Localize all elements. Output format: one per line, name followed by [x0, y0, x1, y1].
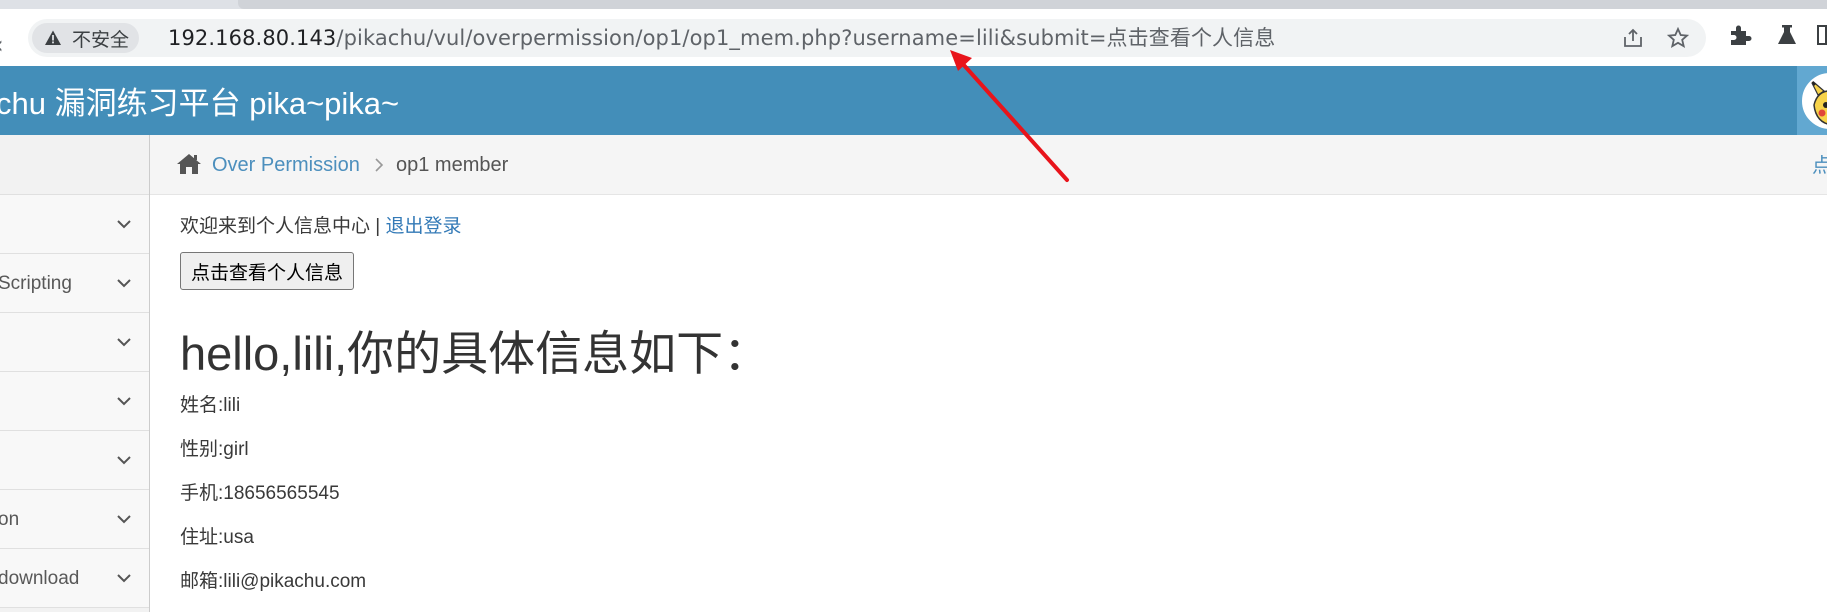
breadcrumb-link-over-permission[interactable]: Over Permission — [212, 135, 360, 195]
info-name: 姓名:lili — [180, 395, 241, 416]
sidebar-item-download[interactable]: download — [0, 549, 149, 608]
chevron-down-icon — [114, 214, 134, 234]
chevron-down-icon — [114, 391, 134, 411]
info-email: 邮箱:lili@pikachu.com — [180, 571, 367, 592]
sidebar-item-label: download — [0, 568, 80, 589]
app-header: chu 漏洞练习平台 pika~pika~ — [0, 66, 1827, 135]
breadcrumb: Over Permission op1 member 点 — [150, 135, 1827, 195]
avatar[interactable] — [1802, 73, 1827, 129]
sidebar-item-label: on — [0, 509, 20, 530]
chevron-right-icon — [372, 156, 386, 174]
sidebar-panel-icon[interactable] — [1817, 22, 1827, 48]
welcome-line: 欢迎来到个人信息中心 | 退出登录 — [180, 211, 462, 238]
browser-toolbar: ‹ 不安全 192.168.80.143/pikachu/vul/overper… — [0, 9, 1827, 66]
url-path: /pikachu/vul/overpermission/op1/op1_mem.… — [336, 26, 1276, 50]
sidebar-item-xss[interactable]: Scripting — [0, 254, 149, 313]
sidebar-top-item[interactable] — [0, 135, 149, 195]
user-menu[interactable] — [1797, 66, 1827, 135]
logout-link[interactable]: 退出登录 — [386, 216, 462, 237]
chevron-down-icon — [114, 332, 134, 352]
info-gender: 性别:girl — [180, 439, 249, 460]
url-text[interactable]: 192.168.80.143/pikachu/vul/overpermissio… — [168, 19, 1275, 57]
sidebar-item-0[interactable] — [0, 195, 149, 254]
sidebar-item-5[interactable]: on — [0, 490, 149, 549]
pikachu-avatar-icon — [1804, 75, 1827, 127]
page-title: hello,lili,你的具体信息如下： — [180, 327, 771, 380]
sidebar-item-4[interactable] — [0, 431, 149, 490]
labs-flask-icon[interactable] — [1774, 22, 1800, 48]
info-address: 住址:usa — [180, 527, 254, 548]
star-icon[interactable] — [1667, 27, 1689, 49]
sidebar: Scripting on download — [0, 135, 150, 612]
welcome-text: 欢迎来到个人信息中心 | — [180, 216, 386, 237]
sidebar-item-2[interactable] — [0, 313, 149, 372]
home-icon[interactable] — [176, 152, 202, 176]
warning-icon — [44, 29, 62, 47]
reload-icon[interactable]: ‹ — [0, 31, 4, 59]
address-bar[interactable]: 不安全 192.168.80.143/pikachu/vul/overpermi… — [28, 19, 1706, 57]
info-phone: 手机:18656565545 — [180, 483, 340, 504]
chevron-down-icon — [114, 568, 134, 588]
tab-strip — [238, 0, 1827, 9]
security-label: 不安全 — [72, 28, 130, 51]
app-title[interactable]: chu 漏洞练习平台 pika~pika~ — [0, 78, 399, 123]
share-icon[interactable] — [1622, 27, 1644, 49]
chevron-down-icon — [114, 509, 134, 529]
browser-chrome: ‹ 不安全 192.168.80.143/pikachu/vul/overper… — [0, 0, 1827, 66]
view-info-button[interactable]: 点击查看个人信息 — [180, 252, 355, 290]
chevron-down-icon — [114, 273, 134, 293]
url-host: 192.168.80.143 — [168, 26, 337, 50]
sidebar-item-label: Scripting — [0, 273, 72, 294]
extensions-icon[interactable] — [1727, 22, 1753, 48]
breadcrumb-current: op1 member — [396, 154, 509, 176]
sidebar-item-3[interactable] — [0, 372, 149, 431]
security-indicator[interactable]: 不安全 — [32, 23, 140, 53]
breadcrumb-right-link[interactable]: 点 — [1812, 135, 1827, 195]
chevron-down-icon — [114, 450, 134, 470]
